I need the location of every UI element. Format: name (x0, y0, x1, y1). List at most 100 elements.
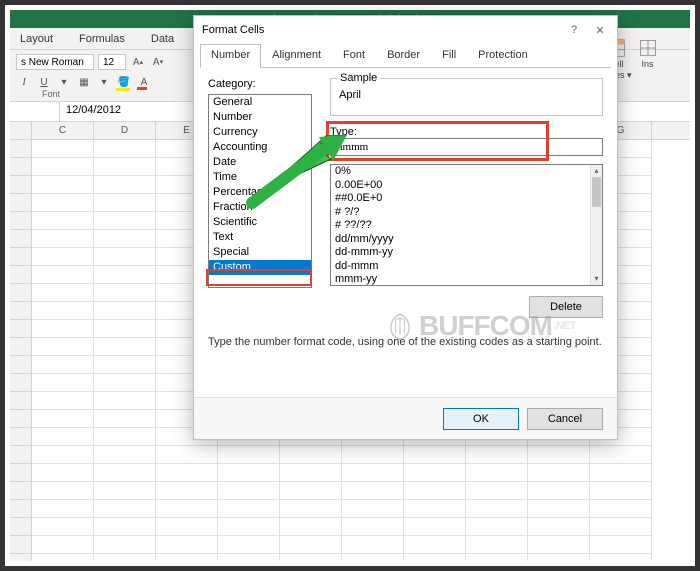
name-box[interactable] (10, 102, 60, 121)
format-item[interactable]: # ??/?? (331, 219, 590, 233)
cell[interactable] (466, 446, 528, 464)
cell[interactable] (218, 464, 280, 482)
cell[interactable] (94, 428, 156, 446)
cell[interactable] (32, 140, 94, 158)
cell[interactable] (590, 536, 652, 554)
scroll-thumb[interactable] (592, 177, 601, 207)
help-icon[interactable]: ? (565, 21, 583, 39)
tab-number[interactable]: Number (200, 44, 261, 68)
cell[interactable] (32, 356, 94, 374)
cell[interactable] (280, 446, 342, 464)
italic-icon[interactable]: I (16, 74, 32, 90)
category-item[interactable]: Time (209, 170, 311, 185)
category-item[interactable]: Custom (209, 260, 311, 275)
scroll-up-icon[interactable]: ▴ (591, 165, 602, 177)
cell[interactable] (590, 518, 652, 536)
cell[interactable] (466, 464, 528, 482)
cancel-button[interactable]: Cancel (527, 408, 603, 430)
cell[interactable] (404, 482, 466, 500)
cell[interactable] (94, 356, 156, 374)
format-item[interactable]: dd-mmm (331, 260, 590, 274)
category-item[interactable]: Fraction (209, 200, 311, 215)
tab-border[interactable]: Border (376, 44, 431, 68)
tab-protection[interactable]: Protection (467, 44, 539, 68)
cell[interactable] (32, 266, 94, 284)
cell[interactable] (156, 446, 218, 464)
cell[interactable] (156, 482, 218, 500)
format-item[interactable]: ##0.0E+0 (331, 192, 590, 206)
type-input[interactable] (330, 138, 603, 156)
cell[interactable] (32, 428, 94, 446)
cell[interactable] (590, 500, 652, 518)
tab-formulas[interactable]: Formulas (75, 33, 129, 45)
cell[interactable] (32, 320, 94, 338)
cell[interactable] (94, 212, 156, 230)
format-item[interactable]: # ?/? (331, 206, 590, 220)
cell[interactable] (32, 212, 94, 230)
cell[interactable] (156, 554, 218, 561)
cell[interactable] (404, 500, 466, 518)
cell[interactable] (32, 536, 94, 554)
cell[interactable] (218, 482, 280, 500)
insert-button[interactable]: Ins (638, 38, 658, 69)
cell[interactable] (528, 446, 590, 464)
tab-font[interactable]: Font (332, 44, 376, 68)
cell[interactable] (528, 518, 590, 536)
category-item[interactable]: Scientific (209, 215, 311, 230)
cell[interactable] (32, 176, 94, 194)
close-icon[interactable]: ✕ (591, 21, 609, 39)
category-list[interactable]: GeneralNumberCurrencyAccountingDateTimeP… (208, 94, 312, 288)
cell[interactable] (32, 230, 94, 248)
cell[interactable] (590, 446, 652, 464)
cell[interactable] (342, 446, 404, 464)
decrease-font-icon[interactable]: A▾ (150, 54, 166, 70)
cell[interactable] (32, 464, 94, 482)
cell[interactable] (218, 518, 280, 536)
fill-color-icon[interactable]: 🪣 (116, 74, 132, 90)
cell[interactable] (94, 176, 156, 194)
category-item[interactable]: Special (209, 245, 311, 260)
cell[interactable] (466, 536, 528, 554)
category-item[interactable]: Text (209, 230, 311, 245)
cell[interactable] (94, 482, 156, 500)
cell[interactable] (94, 374, 156, 392)
cell[interactable] (94, 230, 156, 248)
cell[interactable] (94, 302, 156, 320)
cell[interactable] (94, 266, 156, 284)
cell[interactable] (404, 518, 466, 536)
cell[interactable] (32, 500, 94, 518)
format-item[interactable]: 0% (331, 165, 590, 179)
cell[interactable] (280, 536, 342, 554)
cell[interactable] (94, 500, 156, 518)
cell[interactable] (32, 302, 94, 320)
cell[interactable] (280, 464, 342, 482)
cell[interactable] (404, 554, 466, 561)
cell[interactable] (156, 518, 218, 536)
scrollbar[interactable]: ▴ ▾ (590, 165, 602, 285)
category-item[interactable]: Currency (209, 125, 311, 140)
cell[interactable] (94, 248, 156, 266)
cell[interactable] (94, 140, 156, 158)
cell[interactable] (32, 554, 94, 561)
category-item[interactable]: General (209, 95, 311, 110)
cell[interactable] (218, 500, 280, 518)
format-item[interactable]: dd-mmm-yy (331, 246, 590, 260)
cell[interactable] (404, 536, 466, 554)
cell[interactable] (528, 500, 590, 518)
cell[interactable] (218, 554, 280, 561)
format-item[interactable]: dd/mm/yyyy (331, 233, 590, 247)
tab-data[interactable]: Data (147, 33, 178, 45)
cell[interactable] (590, 554, 652, 561)
font-size-combo[interactable]: 12 (98, 54, 126, 70)
cell[interactable] (94, 518, 156, 536)
cell[interactable] (280, 518, 342, 536)
cell[interactable] (528, 482, 590, 500)
cell[interactable] (280, 500, 342, 518)
chevron-down-icon[interactable]: ▾ (96, 74, 112, 90)
cell[interactable] (342, 518, 404, 536)
tab-alignment[interactable]: Alignment (261, 44, 332, 68)
col-header[interactable]: D (94, 122, 156, 139)
cell[interactable] (32, 374, 94, 392)
cell[interactable] (342, 536, 404, 554)
cell[interactable] (156, 464, 218, 482)
